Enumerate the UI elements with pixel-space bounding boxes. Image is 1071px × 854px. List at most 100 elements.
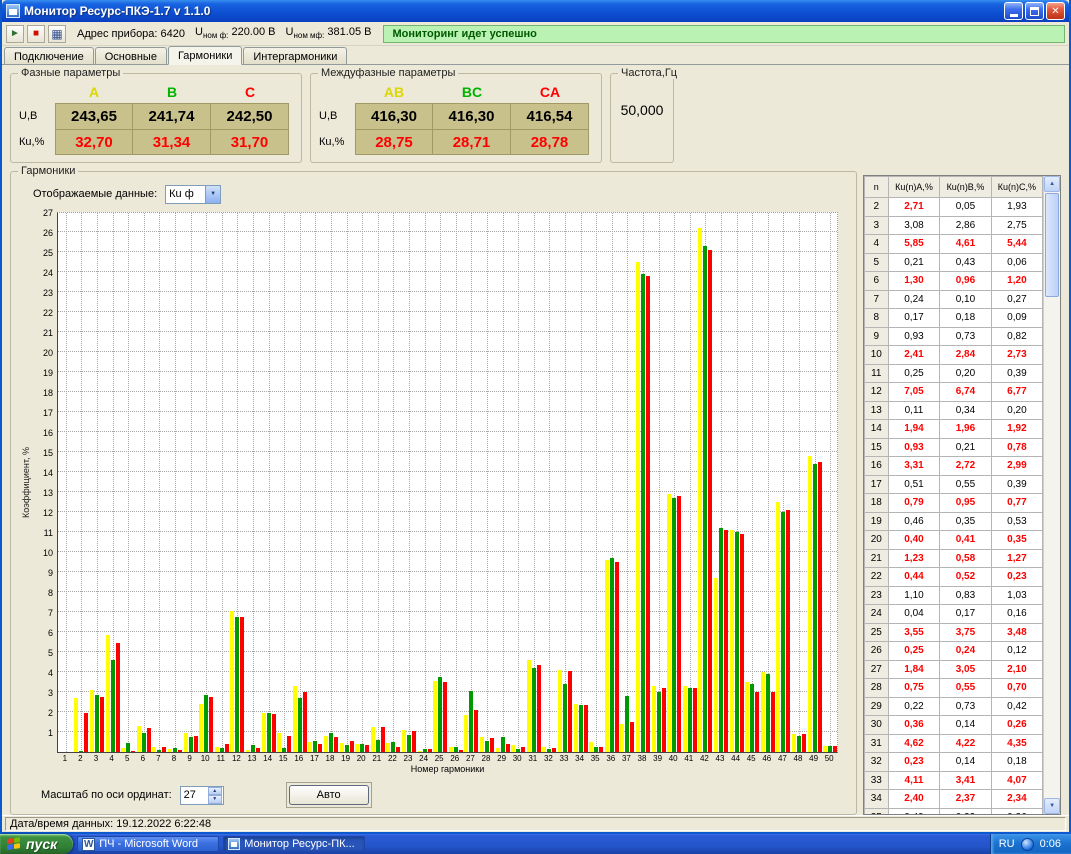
app-window: Монитор Ресурс-ПКЭ-1.7 v 1.1.0 ✕ ► ■ ▦ А… [0,0,1071,834]
taskbar-item-word[interactable]: W ПЧ - Microsoft Word [77,836,219,852]
bar-a-31 [527,660,531,752]
ku-b-cell: 0,17 [940,605,991,624]
table-row[interactable]: 50,210,430,06 [864,253,1042,272]
table-row[interactable]: 61,300,961,20 [864,272,1042,291]
phase-u-c-value: 242,50 [211,103,289,129]
bar-group-1 [58,213,74,752]
table-row[interactable]: 70,240,100,27 [864,290,1042,309]
parameters-row: Фазные параметры A B C U,В 243,65 241,74… [10,73,1061,163]
table-scrollbar[interactable]: ▲ ▼ [1043,176,1060,814]
word-icon: W [82,838,95,851]
harmonic-number-cell: 24 [864,605,888,624]
bar-a-17 [308,742,312,752]
close-button[interactable]: ✕ [1046,2,1065,20]
language-indicator[interactable]: RU [999,838,1015,850]
interphase-u-ca-value: 416,54 [511,103,589,129]
table-row[interactable]: 240,040,170,16 [864,605,1042,624]
table-row[interactable]: 320,230,140,18 [864,753,1042,772]
bar-b-26 [454,747,458,752]
tab-harmonics[interactable]: Гармоники [168,46,242,65]
bar-c-37 [630,722,634,752]
bar-b-8 [173,748,177,752]
scrollbar-up-button[interactable]: ▲ [1044,176,1060,192]
table-row[interactable]: 90,930,730,82 [864,327,1042,346]
ku-c-cell: 0,12 [991,642,1042,661]
ku-b-cell: 0,58 [940,549,991,568]
ku-c-cell: 2,75 [991,216,1042,235]
interphase-ku-row-label: Кu,% [319,129,355,155]
table-row[interactable]: 350,490,230,26 [864,808,1042,815]
table-row[interactable]: 314,624,224,35 [864,734,1042,753]
title-bar: Монитор Ресурс-ПКЭ-1.7 v 1.1.0 ✕ [2,0,1069,22]
taskbar-item-monitor[interactable]: Монитор Ресурс-ПК... [223,836,365,852]
bar-c-36 [615,562,619,752]
table-row[interactable]: 102,412,842,73 [864,346,1042,365]
bar-a-49 [808,456,812,752]
x-tick-label: 48 [790,754,806,763]
spinner-up-button[interactable]: ▲ [208,787,222,796]
table-row[interactable]: 190,460,350,53 [864,512,1042,531]
table-row[interactable]: 231,100,831,03 [864,586,1042,605]
table-row[interactable]: 130,110,340,20 [864,401,1042,420]
interphase-u-bc-value: 416,30 [433,103,511,129]
tab-connection[interactable]: Подключение [4,47,94,64]
y-tick-label: 22 [43,308,53,318]
bar-a-26 [449,747,453,752]
data-datetime: Дата/время данных: 19.12.2022 6:22:48 [5,817,1066,831]
table-row[interactable]: 127,056,746,77 [864,383,1042,402]
scrollbar-track[interactable] [1044,298,1060,798]
tab-interharmonics[interactable]: Интергармоники [243,47,347,64]
scrollbar-down-button[interactable]: ▼ [1044,798,1060,814]
table-row[interactable]: 260,250,240,12 [864,642,1042,661]
table-row[interactable]: 45,854,615,44 [864,235,1042,254]
phase-params-group: Фазные параметры A B C U,В 243,65 241,74… [10,73,302,163]
bar-a-39 [652,686,656,752]
table-row[interactable]: 150,930,210,78 [864,438,1042,457]
table-row[interactable]: 271,843,052,10 [864,660,1042,679]
table-row[interactable]: 33,082,862,75 [864,216,1042,235]
table-row[interactable]: 110,250,200,39 [864,364,1042,383]
table-row[interactable]: 290,220,730,42 [864,697,1042,716]
ku-a-cell: 0,51 [888,475,939,494]
tray-status-icon[interactable] [1021,838,1034,851]
scrollbar-thumb[interactable] [1045,193,1059,297]
spinner-down-button[interactable]: ▼ [208,795,222,804]
start-monitoring-button[interactable]: ► [6,25,24,43]
start-button[interactable]: пуск [0,834,73,854]
table-row[interactable]: 300,360,140,26 [864,716,1042,735]
table-row[interactable]: 141,941,961,92 [864,420,1042,439]
table-row[interactable]: 180,790,950,77 [864,494,1042,513]
bar-a-19 [340,743,344,752]
table-row[interactable]: 200,400,410,35 [864,531,1042,550]
bar-c-7 [162,747,166,752]
minimize-button[interactable] [1004,2,1023,20]
tab-basic[interactable]: Основные [95,47,167,64]
table-row[interactable]: 163,312,722,99 [864,457,1042,476]
bar-c-4 [116,643,120,752]
bar-a-18 [324,736,328,752]
table-row[interactable]: 22,710,051,93 [864,198,1042,217]
table-row[interactable]: 220,440,520,23 [864,568,1042,587]
stop-monitoring-button[interactable]: ■ [27,25,45,43]
table-row[interactable]: 253,553,753,48 [864,623,1042,642]
table-row[interactable]: 211,230,581,27 [864,549,1042,568]
auto-scale-button[interactable]: Авто [289,785,369,805]
harmonics-group-title: Гармоники [18,165,78,177]
maximize-button[interactable] [1025,2,1044,20]
bar-group-37 [620,213,636,752]
ku-c-cell: 1,20 [991,272,1042,291]
harmonic-number-cell: 21 [864,549,888,568]
ku-c-cell: 1,92 [991,420,1042,439]
scale-input[interactable] [181,787,208,804]
ku-b-cell: 0,55 [940,475,991,494]
table-row[interactable]: 342,402,372,34 [864,790,1042,809]
bar-b-19 [345,745,349,752]
table-row[interactable]: 170,510,550,39 [864,475,1042,494]
combo-dropdown-icon[interactable]: ▼ [205,186,220,203]
table-row[interactable]: 334,113,414,07 [864,771,1042,790]
displayed-data-combo[interactable]: Кu ф ▼ [165,185,221,204]
table-row[interactable]: 280,750,550,70 [864,679,1042,698]
save-button[interactable]: ▦ [48,25,66,43]
bar-c-30 [521,747,525,752]
table-row[interactable]: 80,170,180,09 [864,309,1042,328]
